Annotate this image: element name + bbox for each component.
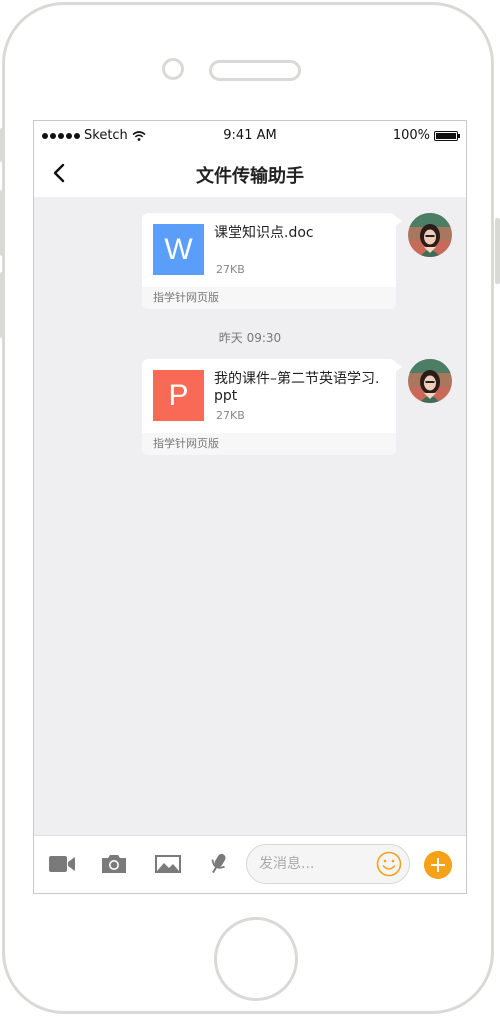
bubble-tail [394,215,402,227]
image-icon[interactable] [154,852,182,876]
input-toolbar [34,835,466,893]
file-name: 我的课件–第二节英语学习.ppt [214,371,380,404]
page-title: 文件传输助手 [196,166,304,187]
message-file-doc: W 课堂知识点.doc 27KB 指学针网页版 [34,197,466,317]
message-file-ppt: P 我的课件–第二节英语学习.ppt 27KB 指学针网页版 [34,343,466,463]
bubble-tail [394,361,402,373]
add-icon[interactable] [424,851,452,879]
battery-icon [434,130,460,141]
file-size: 27KB [216,409,245,422]
nav-bar: 文件传输助手 [34,149,466,197]
video-icon[interactable] [48,852,76,876]
word-file-icon: W [153,224,204,275]
avatar[interactable] [408,359,452,403]
avatar[interactable] [408,213,452,257]
status-bar: Sketch 9:41 AM 100% [34,121,466,149]
file-source: 指学针网页版 [142,287,396,309]
file-card[interactable]: W 课堂知识点.doc 27KB 指学针网页版 [142,213,396,309]
battery-group: 100% [392,128,460,143]
file-name: 课堂知识点.doc [214,225,314,241]
home-button[interactable] [214,917,298,1001]
volume-down-button [0,272,5,338]
powerpoint-file-icon: P [153,370,204,421]
earpiece-speaker [209,60,301,81]
emoji-icon[interactable] [376,851,402,877]
volume-up-button [0,190,5,256]
screen: Sketch 9:41 AM 100% 文件传输助手 W 课堂知识点.doc 2… [33,120,467,894]
file-source: 指学针网页版 [142,433,396,455]
mute-switch [0,128,5,162]
file-card[interactable]: P 我的课件–第二节英语学习.ppt 27KB 指学针网页版 [142,359,396,455]
microphone-icon[interactable] [204,852,232,876]
camera-icon[interactable] [100,852,128,876]
front-camera [162,58,184,80]
file-size: 27KB [216,263,245,276]
power-button [495,218,500,284]
battery-percent: 100% [392,128,430,143]
